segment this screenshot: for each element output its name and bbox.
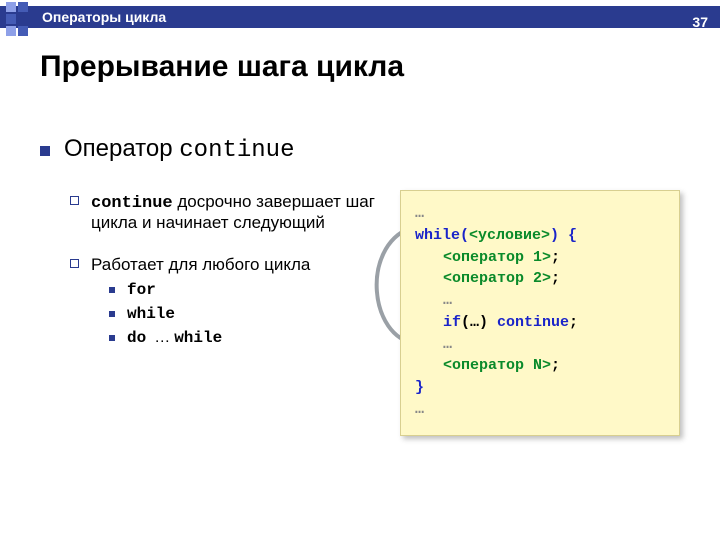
code-line: if(…) continue; <box>415 312 665 334</box>
code-line: … <box>415 203 665 225</box>
code-line: <оператор 1>; <box>415 247 665 269</box>
sub-bullet-1-text: continue досрочно завершает шаг цикла и … <box>91 192 410 233</box>
bullet-level1: Оператор continue <box>40 135 680 164</box>
code-line: … <box>415 399 665 421</box>
hollow-square-icon <box>70 196 79 205</box>
sub-bullet-2-body: Работает для любого цикла for while do …… <box>91 255 410 353</box>
code-semi: ; <box>551 357 560 374</box>
sub-bullet-1: continue досрочно завершает шаг цикла и … <box>70 192 410 233</box>
code-semi: ; <box>551 249 560 266</box>
loop-dots: … <box>154 329 170 347</box>
header-decoration-icon <box>6 2 28 36</box>
code-line: while(<условие>) { <box>415 225 665 247</box>
slide: Операторы цикла 37 Прерывание шага цикла… <box>0 0 720 540</box>
sub-bullet-2-text: Работает для любого цикла <box>91 255 310 274</box>
square-bullet-icon <box>40 146 50 156</box>
header-band: Операторы цикла 37 <box>0 6 720 28</box>
code-ellipsis: … <box>443 292 452 309</box>
code-line: <оператор 2>; <box>415 268 665 290</box>
bullet-prefix: Оператор <box>64 135 179 162</box>
sub-bullets: continue досрочно завершает шаг цикла и … <box>70 192 410 353</box>
page-number: 37 <box>692 14 708 30</box>
code-cond: <условие> <box>469 227 550 244</box>
sub-bullet-2: Работает для любого цикла for while do …… <box>70 255 410 353</box>
sub-bullet-1-kw: continue <box>91 194 173 213</box>
loop-for-label: for <box>127 281 156 299</box>
code-kw-if: if <box>443 314 461 331</box>
code-brace-close: } <box>415 379 424 396</box>
tiny-square-icon <box>109 311 115 317</box>
code-op1: <оператор 1> <box>443 249 551 266</box>
bullet-keyword: continue <box>179 137 294 164</box>
loop-for: for <box>109 281 410 299</box>
loop-while-label: while <box>127 305 175 323</box>
code-line: … <box>415 334 665 356</box>
code-line: <оператор N>; <box>415 355 665 377</box>
code-line: } <box>415 377 665 399</box>
code-if-cond: (…) <box>461 314 497 331</box>
tiny-square-icon <box>109 335 115 341</box>
tiny-square-icon <box>109 287 115 293</box>
loop-while: while <box>109 305 410 323</box>
code-semi: ; <box>569 314 578 331</box>
loop-list: for while do … while <box>109 281 410 347</box>
code-semi: ; <box>551 270 560 287</box>
code-op2: <оператор 2> <box>443 270 551 287</box>
bullet-text: Оператор continue <box>64 135 294 164</box>
code-ellipsis: … <box>443 336 452 353</box>
code-kw-while: while( <box>415 227 469 244</box>
code-area: … while(<условие>) { <оператор 1>; <опер… <box>400 190 690 436</box>
code-kw-continue: continue <box>497 314 569 331</box>
code-brace: ) { <box>550 227 577 244</box>
loop-do-while: do … while <box>109 329 410 347</box>
code-ellipsis: … <box>415 205 424 222</box>
loop-while2-label: while <box>174 329 222 347</box>
loop-do-label: do <box>127 329 146 347</box>
slide-title: Прерывание шага цикла <box>40 50 404 84</box>
code-opN: <оператор N> <box>443 357 551 374</box>
code-ellipsis: … <box>415 401 424 418</box>
code-line: … <box>415 290 665 312</box>
code-box: … while(<условие>) { <оператор 1>; <опер… <box>400 190 680 436</box>
hollow-square-icon <box>70 259 79 268</box>
section-label: Операторы цикла <box>42 9 166 25</box>
